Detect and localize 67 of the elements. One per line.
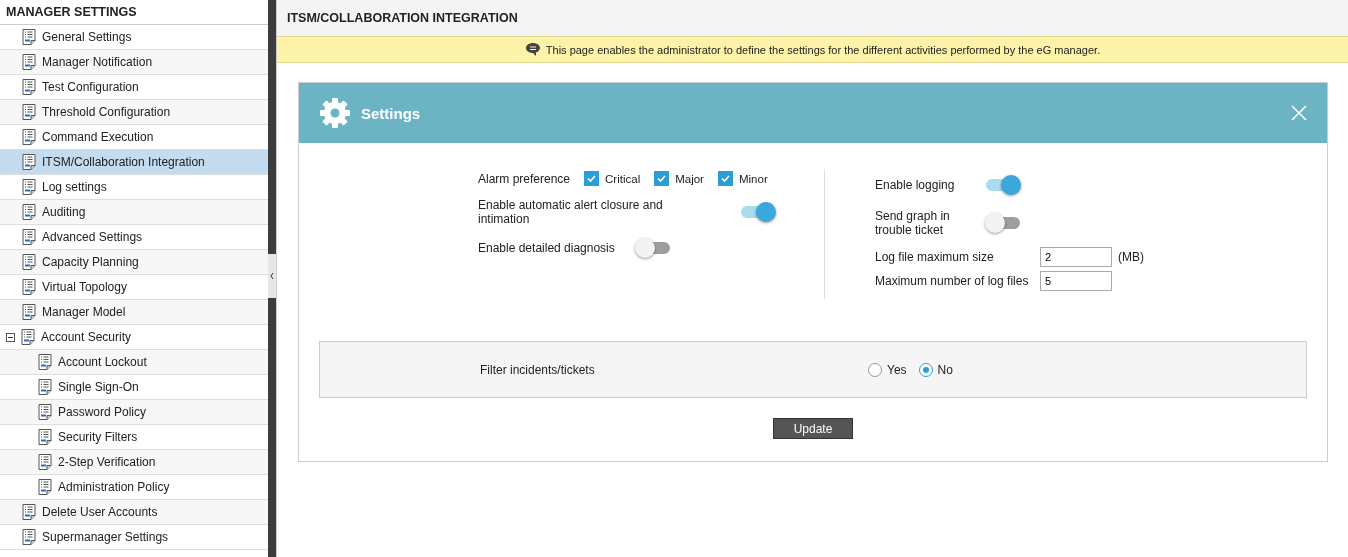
collapse-handle[interactable] [268, 254, 276, 298]
sidebar-item[interactable]: Password Policy [0, 400, 268, 425]
field-label: Enable logging [875, 178, 956, 192]
document-icon [38, 404, 52, 420]
document-icon [21, 329, 35, 345]
document-icon [22, 254, 36, 270]
field-label: Enable automatic alert closure and intimation [478, 198, 664, 226]
document-icon [22, 504, 36, 520]
update-button[interactable]: Update [773, 418, 853, 439]
radio-button[interactable] [918, 362, 933, 377]
document-icon [22, 154, 36, 170]
document-icon [22, 304, 36, 320]
input-field[interactable]: 5 [1040, 271, 1112, 291]
document-icon [38, 479, 52, 495]
sidebar-item[interactable]: Account Lockout [0, 350, 268, 375]
document-icon [22, 129, 36, 145]
checkbox[interactable] [584, 171, 600, 186]
toggle-switch[interactable] [985, 213, 1021, 233]
document-icon [38, 429, 52, 445]
radio-label: No [937, 362, 953, 377]
field-label: Enable detailed diagnosis [478, 241, 615, 255]
radio-label: Yes [887, 362, 907, 377]
document-icon [22, 279, 36, 295]
speech-bubble-icon [524, 42, 541, 57]
toggle-switch[interactable] [985, 175, 1021, 195]
toggle-switch[interactable] [740, 202, 776, 222]
field-label: Maximum number of log files [875, 274, 1030, 288]
toggle-switch[interactable] [634, 238, 671, 258]
checkbox-label: Minor [738, 172, 768, 185]
radio-button[interactable] [868, 362, 882, 377]
document-icon [38, 454, 52, 470]
document-icon [38, 379, 52, 395]
document-icon [22, 79, 36, 95]
field-label: Filter incidents/tickets [480, 362, 596, 377]
sidebar-item[interactable]: Delete User Accounts [0, 500, 268, 525]
document-icon [22, 204, 36, 220]
sidebar-item[interactable]: Supermanager Settings [0, 525, 268, 550]
sidebar-item[interactable]: Capacity Planning [0, 250, 268, 275]
collapse-icon[interactable] [6, 332, 15, 342]
sidebar-item[interactable]: Manager Model [0, 300, 268, 325]
document-icon [22, 54, 36, 70]
document-icon [22, 179, 36, 195]
document-icon [22, 29, 36, 45]
field-label: Send graph in trouble ticket [875, 209, 951, 237]
sidebar-item[interactable]: Threshold Configuration [0, 100, 268, 125]
page-title: ITSM/COLLABORATION INTEGRATION [277, 0, 1348, 36]
sidebar-item[interactable]: Manager Notification [0, 50, 268, 75]
checkbox[interactable] [654, 171, 670, 186]
checkbox[interactable] [717, 171, 733, 186]
panel-title: Settings [361, 104, 422, 122]
document-icon [22, 229, 36, 245]
close-icon[interactable] [1291, 105, 1307, 121]
field-label: Alarm preference [478, 171, 571, 186]
settings-icon [319, 97, 351, 129]
sidebar-item[interactable]: Auditing [0, 200, 268, 225]
notice-text: This page enables the administrator to define the settings for the different activities performed by the eG manager. [545, 43, 1101, 56]
document-icon [22, 529, 36, 545]
field-label: Log file maximum size [875, 250, 995, 264]
checkbox-label: Major [675, 172, 704, 185]
document-icon [22, 104, 36, 120]
sidebar-item[interactable]: 2-Step Verification [0, 450, 268, 475]
sidebar-title: MANAGER SETTINGS [0, 0, 268, 25]
unit-label: (MB) [1118, 250, 1144, 264]
checkbox-label: Critical [605, 172, 641, 185]
document-icon [38, 354, 52, 370]
input-field[interactable]: 2 [1040, 247, 1112, 267]
sidebar-item[interactable]: ITSM/Collaboration Integration [0, 150, 268, 175]
